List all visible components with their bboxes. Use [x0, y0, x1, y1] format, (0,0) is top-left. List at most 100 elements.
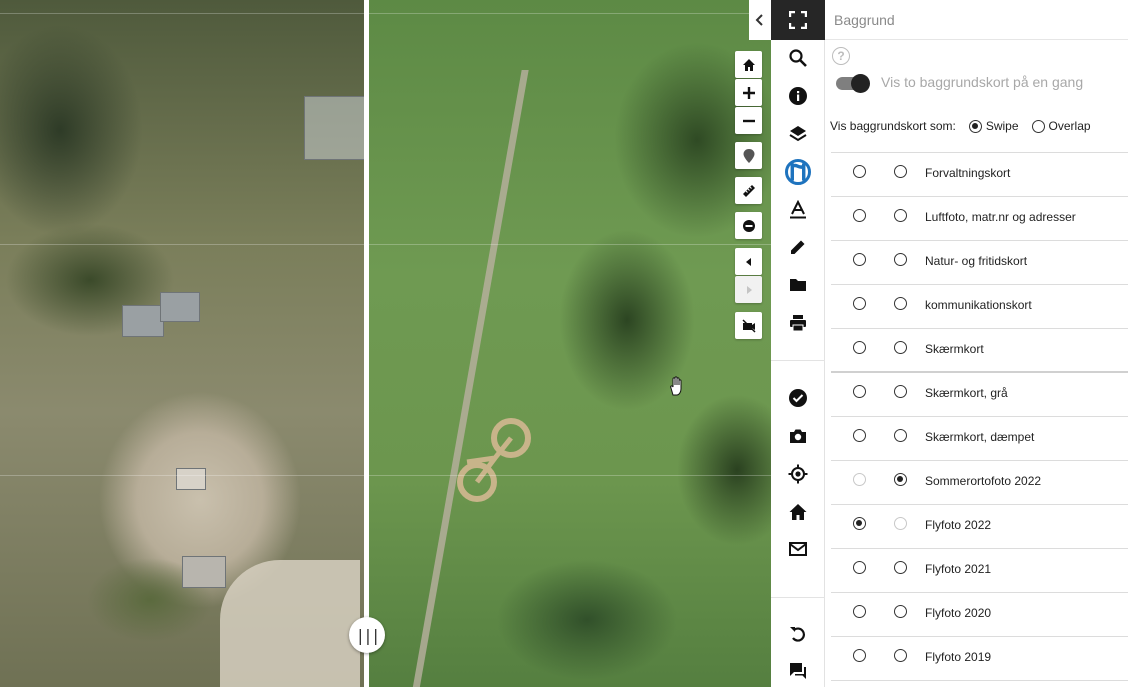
draw-button[interactable] [771, 230, 825, 264]
building [176, 468, 206, 490]
layer-row: kommunikationskort [831, 285, 1128, 329]
stream-toggle-button[interactable] [735, 312, 762, 339]
camera-button[interactable] [771, 419, 825, 453]
map-right-layer [367, 0, 771, 687]
swipe-handle[interactable]: ||| [349, 617, 385, 653]
swipe-divider[interactable] [364, 0, 369, 687]
info-button[interactable] [771, 79, 825, 113]
print-button[interactable] [771, 306, 825, 340]
layer-label: Luftfoto, matr.nr og adresser [925, 210, 1076, 224]
text-icon [790, 200, 806, 219]
fullscreen-icon [789, 11, 807, 29]
layer-label: Flyfoto 2021 [925, 562, 992, 576]
stream-off-icon [741, 318, 756, 333]
previous-extent-button[interactable] [735, 248, 762, 275]
mode-label: Vis baggrundskort som: [830, 119, 956, 133]
marker-button[interactable] [735, 142, 762, 169]
chat-button[interactable] [771, 654, 825, 688]
background-button[interactable] [771, 155, 825, 189]
text-button[interactable] [771, 193, 825, 227]
next-extent-button[interactable] [735, 276, 762, 303]
measure-button[interactable] [735, 177, 762, 204]
layer-label: Forvaltningskort [925, 166, 1011, 180]
map-left-layer [0, 0, 394, 687]
info-icon [789, 87, 807, 105]
back-arrow-icon [745, 257, 751, 266]
right-layer-radio[interactable] [894, 517, 907, 530]
layer-row: Flyfoto 2022 [831, 505, 1128, 549]
clear-button[interactable] [735, 212, 762, 239]
layers-button[interactable] [771, 117, 825, 151]
layer-label: Natur- og fritidskort [925, 254, 1028, 268]
camera-icon [790, 429, 806, 443]
right-layer-radio[interactable] [894, 341, 907, 354]
hand-cursor-icon [670, 376, 682, 396]
locate-button[interactable] [771, 457, 825, 491]
check-button[interactable] [771, 381, 825, 415]
minus-circle-icon [742, 219, 755, 232]
layer-row: Sommerortofoto 2022 [831, 461, 1128, 505]
dual-background-toggle[interactable] [836, 73, 870, 93]
mode-swipe-option[interactable]: Swipe [965, 119, 1019, 133]
home-button[interactable] [771, 495, 825, 529]
left-layer-radio[interactable] [853, 385, 866, 398]
left-layer-radio[interactable] [853, 209, 866, 222]
fullscreen-button[interactable] [771, 0, 825, 40]
layer-row: Flyfoto 2021 [831, 549, 1128, 593]
right-layer-radio[interactable] [894, 473, 907, 486]
grid-line [0, 475, 771, 476]
footpath [412, 70, 762, 687]
grid-line [0, 244, 771, 245]
right-layer-radio[interactable] [894, 385, 907, 398]
left-layer-radio[interactable] [853, 297, 866, 310]
zoom-out-button[interactable] [735, 107, 762, 134]
left-layer-radio[interactable] [853, 649, 866, 662]
right-layer-radio[interactable] [894, 209, 907, 222]
right-layer-radio[interactable] [894, 165, 907, 178]
radio-overlap[interactable] [1031, 119, 1045, 133]
layer-label: Skærmkort, dæmpet [925, 430, 1035, 444]
mail-button[interactable] [771, 532, 825, 566]
building [182, 556, 226, 588]
bike-figure [457, 418, 531, 502]
right-layer-radio[interactable] [894, 561, 907, 574]
pencil-icon [791, 240, 805, 254]
left-layer-radio[interactable] [853, 429, 866, 442]
zoom-in-button[interactable] [735, 79, 762, 106]
map-home-button[interactable] [735, 51, 762, 78]
background-panel: Baggrund ? Vis to baggrundskort på en ga… [825, 0, 1128, 687]
right-layer-radio[interactable] [894, 649, 907, 662]
left-layer-radio[interactable] [853, 165, 866, 178]
right-layer-radio[interactable] [894, 429, 907, 442]
search-button[interactable] [771, 41, 825, 75]
layer-row: Natur- og fritidskort [831, 241, 1128, 285]
collapse-panel-button[interactable] [749, 0, 771, 40]
chat-icon [790, 663, 806, 679]
display-mode-row: Vis baggrundskort som: Swipe Overlap [830, 119, 1091, 133]
mode-overlap-option[interactable]: Overlap [1028, 119, 1091, 133]
mail-icon [789, 542, 807, 556]
left-layer-radio[interactable] [853, 517, 866, 530]
undo-button[interactable] [771, 617, 825, 651]
left-layer-radio[interactable] [853, 341, 866, 354]
layer-row: Skærmkort [831, 329, 1128, 373]
left-layer-radio[interactable] [853, 253, 866, 266]
right-layer-radio[interactable] [894, 605, 907, 618]
map-view[interactable]: ||| [0, 0, 771, 687]
grid-line [0, 13, 771, 14]
help-icon[interactable]: ? [832, 47, 850, 65]
left-layer-radio[interactable] [853, 605, 866, 618]
left-layer-radio[interactable] [853, 473, 866, 486]
left-layer-radio[interactable] [853, 561, 866, 574]
forward-arrow-icon [746, 285, 752, 294]
layer-row: Skærmkort, dæmpet [831, 417, 1128, 461]
folder-button[interactable] [771, 268, 825, 302]
undo-icon [790, 627, 805, 642]
marker-icon [743, 148, 754, 163]
right-layer-radio[interactable] [894, 297, 907, 310]
right-layer-radio[interactable] [894, 253, 907, 266]
background-layer-list: Forvaltningskort Luftfoto, matr.nr og ad… [831, 152, 1128, 681]
mode-overlap-label: Overlap [1048, 119, 1091, 133]
radio-swipe[interactable] [968, 119, 982, 133]
check-circle-icon [789, 389, 807, 407]
